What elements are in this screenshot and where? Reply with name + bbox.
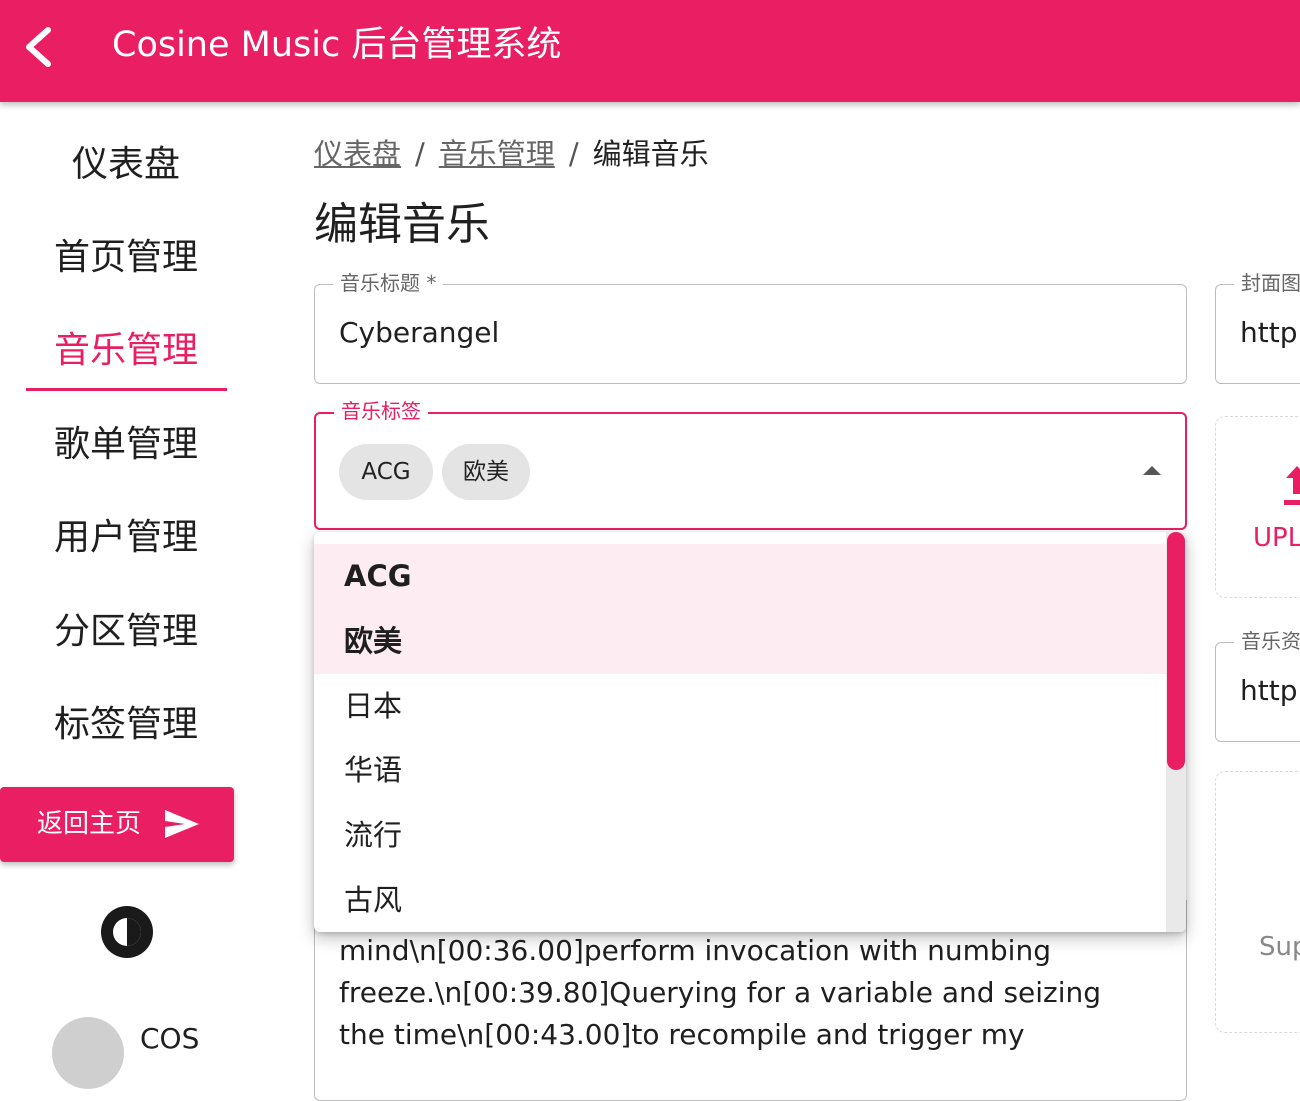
music-title-label: 音乐标题 * (333, 270, 444, 296)
music-title-input[interactable]: Cyberangel (339, 313, 499, 353)
music-source-input[interactable]: http:/ (1240, 671, 1300, 711)
app-header: Cosine Music 后台管理系统 (0, 0, 1300, 102)
upload-hint-text: Sup (1259, 932, 1300, 962)
sidebar: 仪表盘 首页管理 音乐管理 歌单管理 用户管理 分区管理 标签管理 返回主页 C… (0, 102, 290, 1089)
menu-item-ancient-style[interactable]: 古风 (314, 868, 1166, 932)
menu-item-japan[interactable]: 日本 (314, 674, 1166, 739)
avatar[interactable] (52, 1017, 124, 1089)
cover-url-input[interactable]: http:/ (1240, 313, 1300, 353)
breadcrumb-separator: / (568, 137, 579, 171)
sidebar-item-tag-management[interactable]: 标签管理 (26, 700, 226, 750)
sidebar-item-dashboard[interactable]: 仪表盘 (26, 140, 226, 190)
dropdown-arrow-icon[interactable] (1143, 466, 1161, 475)
tag-options-menu: ACG 欧美 日本 华语 流行 古风 (314, 532, 1186, 932)
music-tags-select[interactable]: 音乐标签 ACG 欧美 (314, 398, 1187, 530)
page-title: 编辑音乐 (314, 199, 490, 250)
breadcrumb-current: 编辑音乐 (592, 137, 709, 171)
back-to-home-label: 返回主页 (37, 809, 142, 839)
music-upload-area[interactable] (1215, 771, 1300, 1033)
chevron-left-icon[interactable] (20, 25, 60, 69)
music-source-label: 音乐资 (1234, 628, 1300, 654)
lyrics-textarea[interactable]: mind\n[00:36.00]perform invocation with … (339, 930, 1139, 1056)
sidebar-item-home-management[interactable]: 首页管理 (26, 233, 226, 283)
user-name: COS (140, 1022, 200, 1055)
upload-button-label[interactable]: UPL (1253, 520, 1300, 556)
music-title-field[interactable]: 音乐标题 * Cyberangel (314, 270, 1187, 384)
breadcrumb-link-music-management[interactable]: 音乐管理 (439, 137, 555, 171)
send-icon (165, 810, 199, 838)
menu-item-western[interactable]: 欧美 (314, 609, 1166, 674)
sidebar-item-user-management[interactable]: 用户管理 (26, 513, 226, 563)
cover-url-label: 封面图 (1234, 270, 1300, 296)
sidebar-item-zone-management[interactable]: 分区管理 (26, 607, 226, 657)
theme-toggle-icon[interactable] (99, 904, 155, 960)
app-title: Cosine Music 后台管理系统 (112, 25, 562, 65)
sidebar-item-music-management[interactable]: 音乐管理 (26, 326, 226, 376)
menu-item-chinese[interactable]: 华语 (314, 738, 1166, 803)
breadcrumb: 仪表盘 / 音乐管理 / 编辑音乐 (314, 134, 709, 174)
music-source-field[interactable]: 音乐资 http:/ (1215, 628, 1300, 742)
upload-icon (1284, 466, 1300, 505)
breadcrumb-link-dashboard[interactable]: 仪表盘 (314, 137, 401, 171)
tag-chip-western[interactable]: 欧美 (442, 444, 530, 500)
breadcrumb-separator: / (415, 137, 425, 171)
menu-scrollbar-thumb[interactable] (1167, 532, 1185, 770)
menu-item-pop[interactable]: 流行 (314, 803, 1166, 868)
active-nav-indicator (26, 388, 227, 391)
menu-item-acg[interactable]: ACG (314, 544, 1166, 609)
music-tags-label: 音乐标签 (334, 398, 428, 424)
tag-chip-acg[interactable]: ACG (339, 444, 433, 500)
back-to-home-button[interactable]: 返回主页 (0, 787, 234, 862)
sidebar-item-playlist-management[interactable]: 歌单管理 (26, 420, 226, 470)
cover-upload-area[interactable] (1215, 416, 1300, 598)
cover-url-field[interactable]: 封面图 http:/ (1215, 270, 1300, 384)
